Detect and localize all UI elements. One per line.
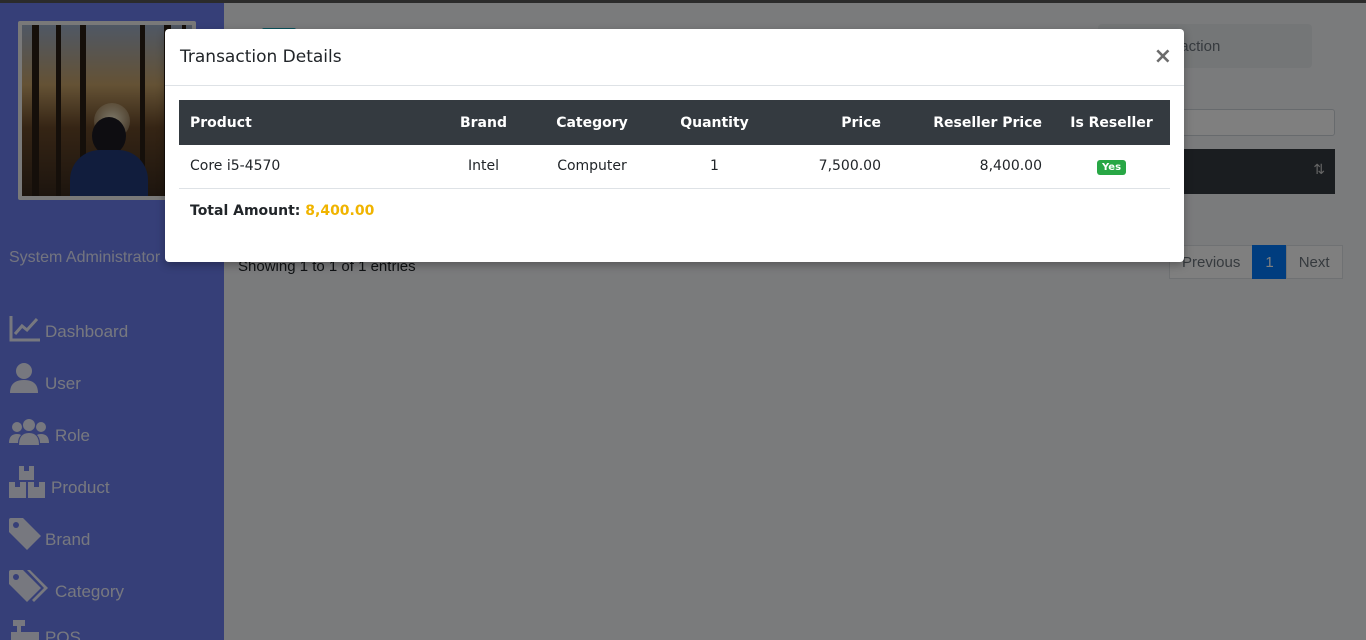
column-header-product: Product [179, 100, 440, 145]
column-header-quantity: Quantity [657, 100, 772, 145]
column-header-price: Price [772, 100, 892, 145]
cell-quantity: 1 [657, 145, 772, 189]
cell-brand: Intel [440, 145, 527, 189]
cell-price: 7,500.00 [772, 145, 892, 189]
transaction-items-table: Product Brand Category Quantity Price Re… [179, 100, 1170, 189]
total-amount: Total Amount: 8,400.00 [179, 189, 1170, 233]
modal-header: Transaction Details × [165, 29, 1184, 86]
cell-is-reseller: Yes [1053, 145, 1170, 189]
transaction-details-modal: Transaction Details × Product Brand Cate… [165, 29, 1184, 262]
modal-title: Transaction Details [180, 47, 342, 67]
table-row: Core i5-4570 Intel Computer 1 7,500.00 8… [179, 145, 1170, 189]
cell-product: Core i5-4570 [179, 145, 440, 189]
total-amount-value: 8,400.00 [305, 202, 375, 219]
total-amount-label: Total Amount: [190, 202, 301, 219]
cell-reseller-price: 8,400.00 [892, 145, 1053, 189]
table-header-row: Product Brand Category Quantity Price Re… [179, 100, 1170, 145]
column-header-is-reseller: Is Reseller [1053, 100, 1170, 145]
modal-body: Product Brand Category Quantity Price Re… [165, 86, 1184, 233]
column-header-reseller-price: Reseller Price [892, 100, 1053, 145]
status-badge: Yes [1096, 159, 1127, 175]
cell-category: Computer [527, 145, 657, 189]
column-header-category: Category [527, 100, 657, 145]
close-icon[interactable]: × [1154, 46, 1172, 68]
column-header-brand: Brand [440, 100, 527, 145]
